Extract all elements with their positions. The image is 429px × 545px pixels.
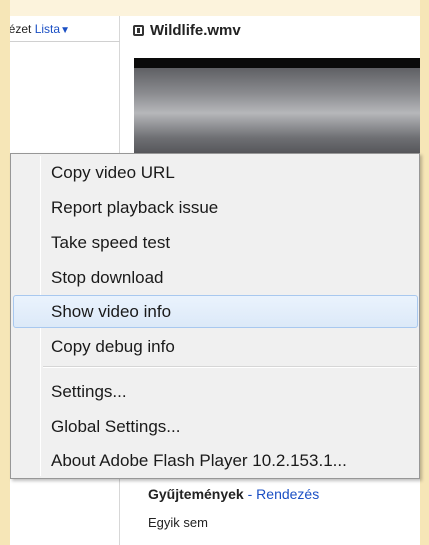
view-list-link[interactable]: Lista <box>35 22 60 36</box>
menu-item-stop-download[interactable]: Stop download <box>13 261 418 294</box>
collections-heading: Gyűjtemények <box>148 486 244 502</box>
window-frame-left <box>0 0 10 545</box>
menu-item-about-flash-player[interactable]: About Adobe Flash Player 10.2.153.1... <box>13 444 418 477</box>
menu-item-global-settings[interactable]: Global Settings... <box>13 410 418 443</box>
context-menu: Copy video URL Report playback issue Tak… <box>10 153 420 479</box>
collections-row: Gyűjtemények - Rendezés <box>148 486 319 502</box>
menu-item-take-speed-test[interactable]: Take speed test <box>13 226 418 259</box>
window-frame-top <box>0 0 429 16</box>
menu-separator <box>43 366 417 368</box>
video-player[interactable] <box>134 58 420 168</box>
collections-none: Egyik sem <box>148 515 208 530</box>
window-frame-right <box>420 0 429 545</box>
menu-item-show-video-info[interactable]: Show video info <box>13 295 418 328</box>
video-title: Wildlife.wmv <box>133 22 241 39</box>
film-icon <box>133 25 144 36</box>
collections-separator: - <box>243 486 257 502</box>
dropdown-arrow-icon[interactable]: ▼ <box>60 25 70 36</box>
view-toggle[interactable]: lézet Lista▼ <box>10 16 120 42</box>
video-top-bar <box>134 58 420 68</box>
menu-item-copy-debug-info[interactable]: Copy debug info <box>13 330 418 363</box>
menu-item-settings[interactable]: Settings... <box>13 375 418 408</box>
menu-item-report-playback-issue[interactable]: Report playback issue <box>13 191 418 224</box>
sort-link[interactable]: Rendezés <box>256 486 319 502</box>
view-label: lézet <box>10 22 32 36</box>
video-title-text: Wildlife.wmv <box>150 22 241 39</box>
menu-item-copy-video-url[interactable]: Copy video URL <box>13 156 418 189</box>
